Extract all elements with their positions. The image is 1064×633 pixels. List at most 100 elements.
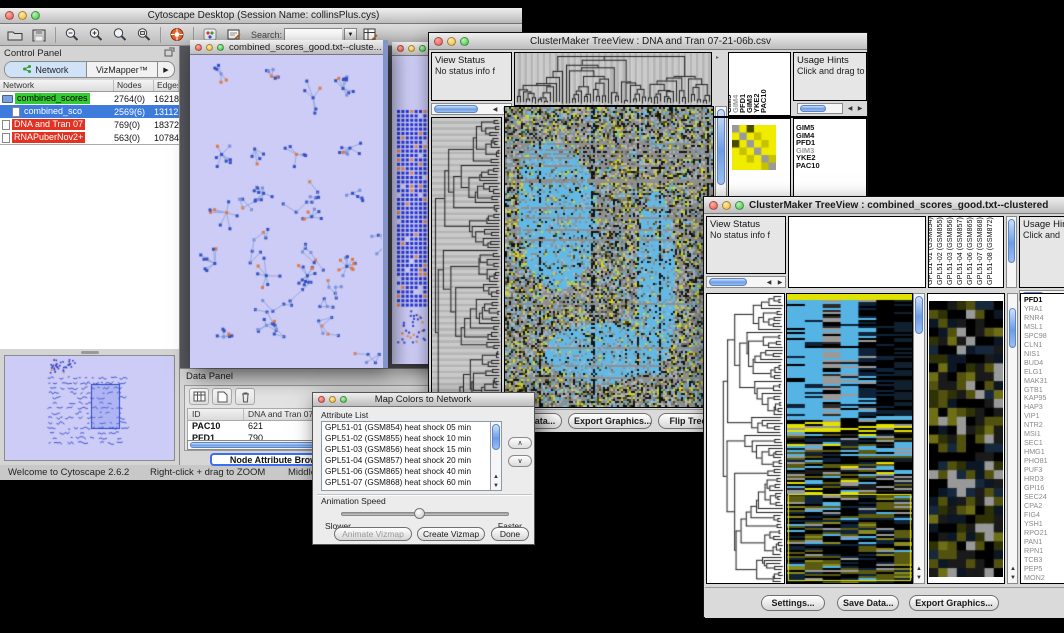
zoom-fit-selected-button[interactable] <box>109 26 131 44</box>
maximize-button[interactable] <box>735 201 744 210</box>
scroll-right-icon[interactable]: ▶ <box>855 106 865 112</box>
open-session-button[interactable] <box>4 26 26 44</box>
maximize-button[interactable] <box>419 45 426 52</box>
column-header[interactable]: Nodes <box>114 80 154 91</box>
maximize-button[interactable] <box>340 396 347 403</box>
zoom-fit-content-button[interactable] <box>133 26 155 44</box>
column-label[interactable]: GPL51-04 (GSM857) <box>955 217 964 285</box>
row-dendrogram-canvas[interactable] <box>432 118 501 407</box>
treeview2-title-bar[interactable]: ClusterMaker TreeView : combined_scores_… <box>704 197 1064 214</box>
maximize-button[interactable] <box>460 37 469 46</box>
close-button[interactable] <box>709 201 718 210</box>
scrollbar-thumb[interactable] <box>800 105 826 112</box>
column-header[interactable]: Edges <box>154 80 179 91</box>
scroll-right-icon[interactable]: ▸ <box>716 54 719 61</box>
treeview1-title-bar[interactable]: ClusterMaker TreeView : DNA and Tran 07-… <box>429 33 867 50</box>
scroll-up-icon[interactable]: ▲ <box>491 474 501 480</box>
close-button[interactable] <box>397 45 404 52</box>
scroll-right-icon[interactable]: ▶ <box>775 280 785 286</box>
minimize-button[interactable] <box>18 11 27 20</box>
column-dendrogram-canvas[interactable] <box>515 53 711 105</box>
column-dendrogram-panel[interactable] <box>788 216 926 288</box>
view-status-hscrollbar[interactable]: ◀ ▶ <box>431 103 512 115</box>
close-button[interactable] <box>434 37 443 46</box>
scroll-down-icon[interactable]: ▼ <box>491 483 501 489</box>
heatmap-canvas[interactable] <box>787 294 912 583</box>
column-label[interactable]: GPL51-07 (GSM868) <box>975 217 984 285</box>
scroll-left-icon[interactable]: ◀ <box>845 106 855 112</box>
view-status-hscrollbar[interactable]: ◀ ▶ <box>706 276 786 288</box>
minimize-button[interactable] <box>329 396 336 403</box>
list-item[interactable]: GPL51-06 (GSM865) heat shock 40 min <box>322 466 501 477</box>
move-up-button[interactable]: ∧ <box>508 437 532 449</box>
network1-view-canvas[interactable] <box>190 55 382 367</box>
column-header[interactable]: ID <box>188 409 244 420</box>
column-header[interactable]: Network <box>0 80 114 91</box>
scrollbar-thumb[interactable] <box>709 278 747 286</box>
tab-network[interactable]: Network <box>5 62 87 77</box>
list-item[interactable]: GPL51-07 (GSM868) heat shock 60 min <box>322 477 501 488</box>
delete-attribute-icon[interactable] <box>235 388 255 405</box>
network-list-row[interactable]: combined_scores2764(0)16218(0) <box>0 92 179 105</box>
save-data-button[interactable]: Save Data... <box>837 595 899 611</box>
maximize-button[interactable] <box>31 11 40 20</box>
scroll-down-icon[interactable]: ▼ <box>1008 575 1018 581</box>
animate-vizmap-button[interactable]: Animate Vizmap <box>334 527 412 541</box>
zoom-heatmap-canvas[interactable] <box>929 301 1003 577</box>
scrollbar-thumb[interactable] <box>1008 219 1015 263</box>
minimize-button[interactable] <box>408 45 415 52</box>
scroll-left-icon[interactable]: ◀ <box>490 107 500 113</box>
column-label[interactable]: GPL51-02 (GSM855) <box>935 217 944 285</box>
gene-label[interactable]: MON2 <box>1021 574 1064 583</box>
birdseye-canvas[interactable] <box>5 356 164 454</box>
zoom-out-button[interactable] <box>61 26 83 44</box>
scroll-left-icon[interactable]: ◀ <box>764 280 774 286</box>
settings-button[interactable]: Settings... <box>761 595 825 611</box>
export-graphics-button[interactable]: Export Graphics... <box>568 413 652 429</box>
move-down-button[interactable]: ∨ <box>508 455 532 467</box>
scrollbar-thumb[interactable] <box>1009 308 1016 348</box>
usage-hints-hscrollbar[interactable] <box>797 103 843 114</box>
network-list-row[interactable]: RNAPuberNov2+563(0)107847(0) <box>0 131 179 144</box>
birdseye-view[interactable] <box>4 355 175 461</box>
column-label[interactable]: GPL51-03 (GSM856) <box>945 217 954 285</box>
network-list-row[interactable]: DNA and Tran 07769(0)183728(0) <box>0 118 179 131</box>
attribute-select-icon[interactable] <box>189 388 209 405</box>
scroll-down-icon[interactable]: ▼ <box>914 575 924 581</box>
help-lifering-icon[interactable] <box>166 26 188 44</box>
dialog-title-bar[interactable]: Map Colors to Network <box>313 393 534 407</box>
row-label[interactable]: PAC10 <box>794 162 866 170</box>
network1-title-bar[interactable]: combined_scores_good.txt--cluste... <box>190 40 383 55</box>
network-list-row[interactable]: combined_sco2569(6)13112(15) <box>0 105 179 118</box>
tab-vizmapper[interactable]: VizMapper™ <box>87 62 158 77</box>
export-graphics-button[interactable]: Export Graphics... <box>909 595 999 611</box>
scrollbar-thumb[interactable] <box>434 105 478 113</box>
float-panel-icon[interactable] <box>164 47 175 60</box>
column-labels-vscrollbar[interactable] <box>1006 216 1017 288</box>
maximize-button[interactable] <box>217 44 224 51</box>
column-label[interactable]: GPL51-08 (GSM872) <box>985 217 994 285</box>
attribute-listbox[interactable]: GPL51-01 (GSM854) heat shock 05 minGPL51… <box>321 421 502 491</box>
done-button[interactable]: Done <box>491 527 529 541</box>
scroll-up-icon[interactable]: ▲ <box>914 566 924 572</box>
zoom-heatmap-canvas[interactable] <box>732 125 776 170</box>
save-session-button[interactable] <box>28 26 50 44</box>
close-button[interactable] <box>5 11 14 20</box>
list-item[interactable]: GPL51-04 (GSM857) heat shock 20 min <box>322 455 501 466</box>
zoom-in-button[interactable] <box>85 26 107 44</box>
column-label[interactable]: GPL51-01 (GSM854) <box>928 217 934 285</box>
heatmap-canvas[interactable] <box>505 107 713 407</box>
scroll-up-icon[interactable]: ▲ <box>1008 566 1018 572</box>
column-label[interactable]: GPL51-06 (GSM865) <box>965 217 974 285</box>
close-button[interactable] <box>195 44 202 51</box>
heatmap-vscrollbar[interactable]: ▲ ▼ <box>913 293 925 584</box>
close-button[interactable] <box>318 396 325 403</box>
list-vscrollbar[interactable]: ▲ ▼ <box>490 422 501 490</box>
scrollbar-thumb[interactable] <box>915 296 923 334</box>
minimize-button[interactable] <box>722 201 731 210</box>
create-vizmap-button[interactable]: Create Vizmap <box>417 527 485 541</box>
tab-overflow-button[interactable]: ▶ <box>158 62 174 77</box>
minimize-button[interactable] <box>206 44 213 51</box>
minimize-button[interactable] <box>447 37 456 46</box>
list-item[interactable]: GPL51-03 (GSM856) heat shock 15 min <box>322 444 501 455</box>
